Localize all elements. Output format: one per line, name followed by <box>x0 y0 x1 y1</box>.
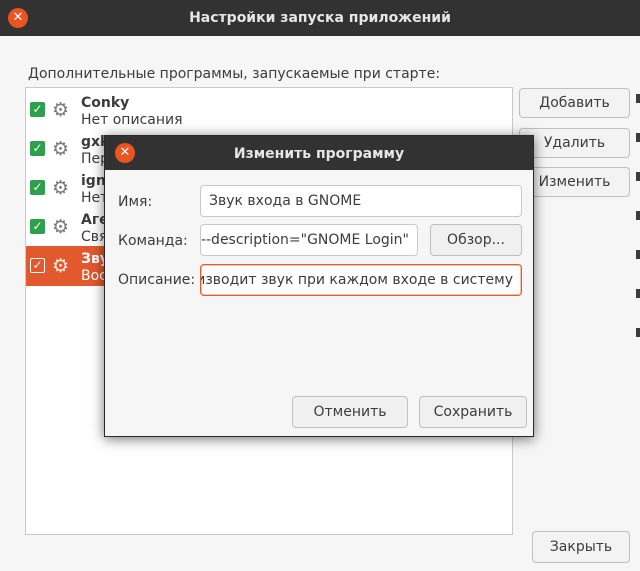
checkbox-icon[interactable]: ✓ <box>30 102 45 117</box>
gear-icon: ⚙ <box>52 216 70 238</box>
list-item[interactable]: ✓ ⚙ Conky Нет описания <box>26 90 512 130</box>
command-field[interactable]: --description="GNOME Login" <box>200 224 418 256</box>
name-label: Имя: <box>118 194 153 210</box>
dialog-titlebar: ✕ Изменить программу <box>105 136 533 170</box>
command-label: Команда: <box>118 233 188 249</box>
app-name: Conky <box>81 95 130 111</box>
name-field[interactable]: Звук входа в GNOME <box>200 185 522 217</box>
checkbox-icon[interactable]: ✓ <box>30 141 45 156</box>
gear-icon: ⚙ <box>52 255 70 277</box>
edit-button[interactable]: Изменить <box>519 167 630 197</box>
description-field[interactable]: роизводит звук при каждом входе в систем… <box>200 264 522 296</box>
checkbox-icon[interactable]: ✓ <box>30 258 45 273</box>
window-titlebar: ✕ Настройки запуска приложений <box>0 0 640 36</box>
edit-program-dialog: ✕ Изменить программу Имя: Звук входа в G… <box>104 135 534 437</box>
app-name: ign <box>81 173 106 189</box>
gear-icon: ⚙ <box>52 177 70 199</box>
description-label: Описание: <box>118 272 196 288</box>
cancel-button[interactable]: Отменить <box>292 396 408 428</box>
description-value: роизводит звук при каждом входе в систем… <box>200 272 513 288</box>
add-button[interactable]: Добавить <box>519 88 630 118</box>
window-title: Настройки запуска приложений <box>189 10 451 26</box>
app-description: Вос <box>81 268 107 284</box>
checkbox-icon[interactable]: ✓ <box>30 180 45 195</box>
checkbox-icon[interactable]: ✓ <box>30 219 45 234</box>
browse-button[interactable]: Обзор... <box>430 224 522 256</box>
section-label: Дополнительные программы, запускаемые пр… <box>28 66 441 82</box>
save-button[interactable]: Сохранить <box>419 396 527 428</box>
command-value: --description="GNOME Login" <box>200 232 409 248</box>
gear-icon: ⚙ <box>52 138 70 160</box>
adjacent-window-edge <box>636 36 640 536</box>
app-description: Нет описания <box>81 112 183 128</box>
close-button[interactable]: Закрыть <box>532 531 630 563</box>
dialog-title: Изменить программу <box>233 146 405 162</box>
gear-icon: ⚙ <box>52 99 70 121</box>
remove-button[interactable]: Удалить <box>519 128 630 158</box>
